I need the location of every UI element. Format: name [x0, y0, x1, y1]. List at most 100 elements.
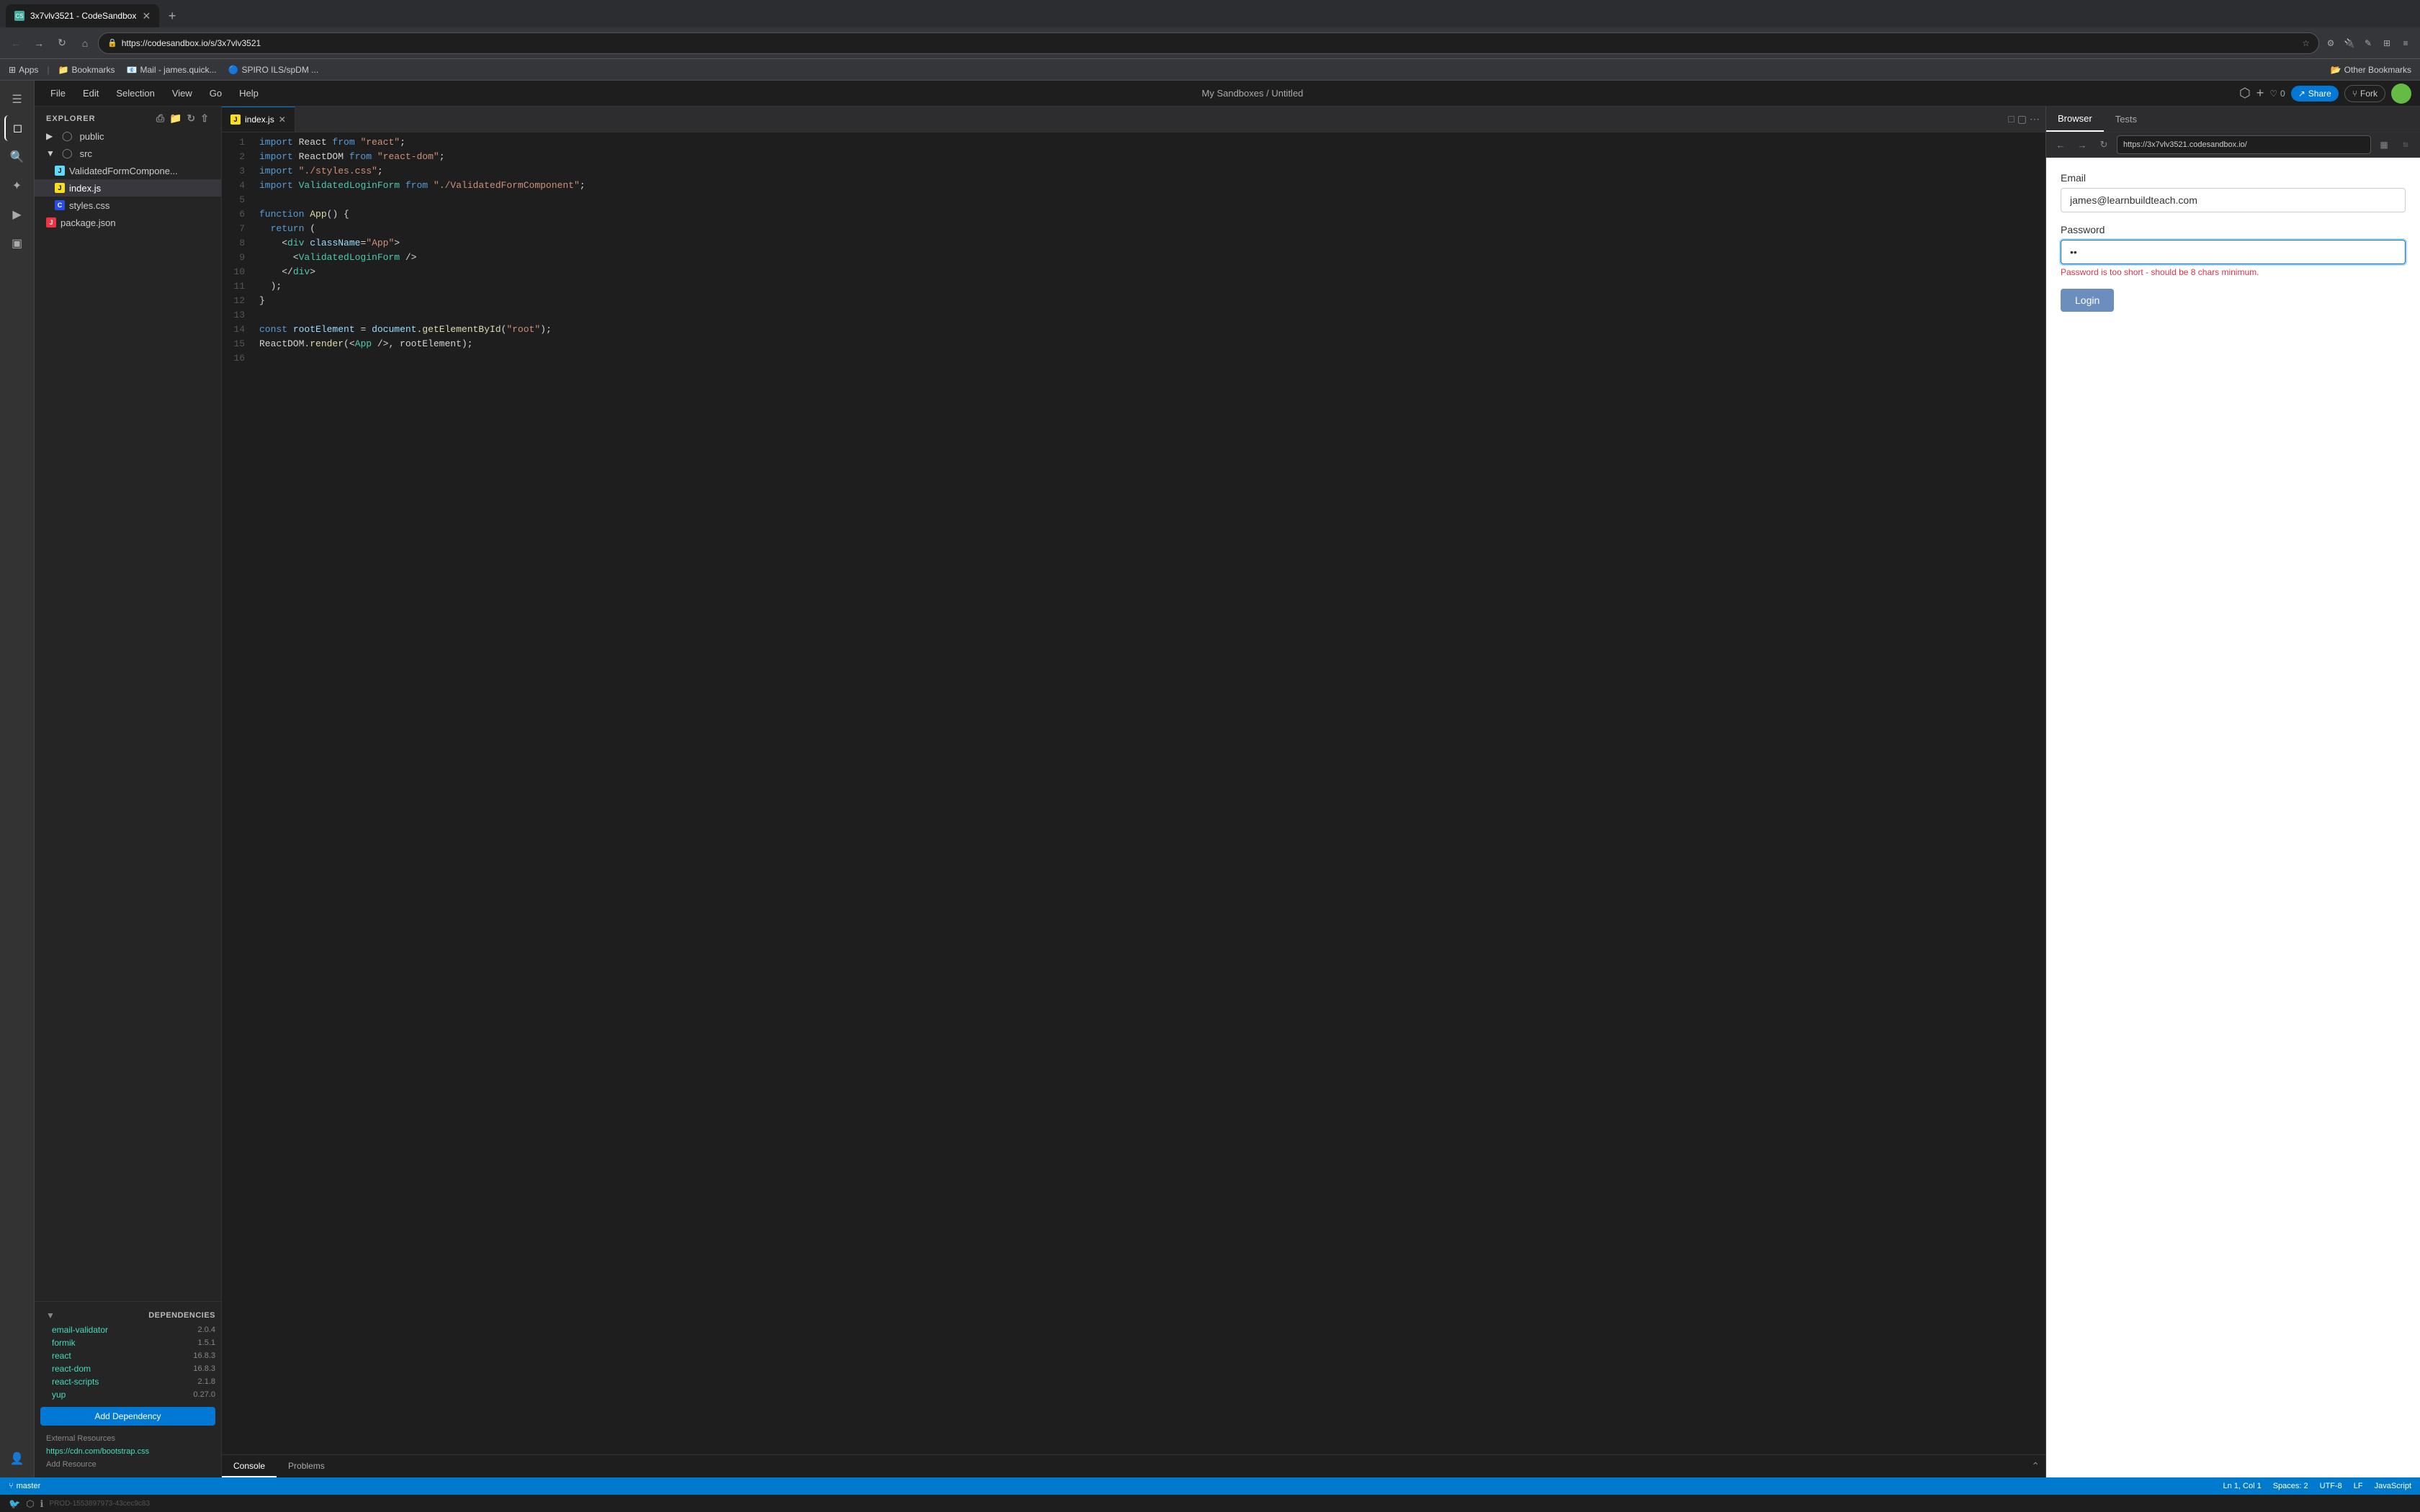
menu-selection[interactable]: Selection — [109, 85, 161, 102]
github-icon[interactable]: ⬡ — [26, 1498, 34, 1510]
preview-url-bar[interactable]: https://3x7vlv3521.codesandbox.io/ — [2117, 135, 2371, 154]
dep-name-3[interactable]: react-dom — [52, 1364, 91, 1374]
login-button[interactable]: Login — [2061, 289, 2114, 312]
status-line-ending[interactable]: LF — [2354, 1482, 2363, 1490]
code-line-13 — [251, 308, 2045, 323]
bm-bookmarks[interactable]: 📁 Bookmarks — [55, 63, 118, 76]
nav-icon-1[interactable]: ⚙ — [2322, 35, 2339, 52]
status-ln-col[interactable]: Ln 1, Col 1 — [2223, 1482, 2262, 1490]
activity-user[interactable]: 👤 — [4, 1446, 30, 1472]
problems-tab[interactable]: Problems — [277, 1455, 336, 1477]
dep-name-5[interactable]: yup — [52, 1390, 66, 1400]
editor-container: J index.js ✕ □ ▢ ⋯ 12345 678910 11121314… — [222, 107, 2045, 1477]
folder-open-icon: ▼ — [46, 148, 58, 158]
tree-index-js[interactable]: J index.js — [35, 179, 221, 197]
new-folder-icon[interactable]: 📁 — [169, 112, 182, 125]
active-tab[interactable]: CS 3x7vlv3521 - CodeSandbox ✕ — [6, 4, 159, 27]
bm-apps[interactable]: ⊞ Apps — [6, 63, 41, 76]
fork-button[interactable]: ⑂ Fork — [2344, 85, 2385, 102]
bm-spiro[interactable]: 🔵 SPIRO ILS/spDM ... — [225, 63, 322, 76]
avatar[interactable] — [2391, 84, 2411, 104]
dependencies-header[interactable]: ▼ Dependencies — [35, 1308, 221, 1323]
tree-validated-form[interactable]: J ValidatedFormCompone... — [35, 162, 221, 179]
nav-icon-3[interactable]: ✎ — [2360, 35, 2377, 52]
split-editor-icon[interactable]: □ — [2008, 113, 2014, 125]
activity-search[interactable]: 🔍 — [4, 144, 30, 170]
activity-extensions[interactable]: ▣ — [4, 230, 30, 256]
code-line-9: <ValidatedLoginForm /> — [251, 251, 2045, 265]
dep-version-0: 2.0.4 — [198, 1326, 215, 1334]
bm-mail[interactable]: 📧 Mail - james.quick... — [124, 63, 220, 76]
sidebar-actions: ⎙ 📁 ↻ ⇧ — [156, 112, 210, 125]
add-icon[interactable]: + — [2257, 86, 2264, 101]
preview-forward-button[interactable]: → — [2074, 136, 2091, 153]
activity-menu[interactable]: ☰ — [4, 86, 30, 112]
twitter-icon[interactable]: 🐦 — [9, 1498, 20, 1510]
status-encoding[interactable]: UTF-8 — [2320, 1482, 2342, 1490]
status-language[interactable]: JavaScript — [2375, 1482, 2411, 1490]
code-editor[interactable]: import React from "react"; import ReactD… — [251, 132, 2045, 1454]
menu-view[interactable]: View — [165, 85, 200, 102]
info-icon[interactable]: ℹ — [40, 1498, 44, 1510]
menu-go[interactable]: Go — [202, 85, 229, 102]
new-file-icon[interactable]: ⎙ — [156, 112, 165, 125]
dep-name-1[interactable]: formik — [52, 1338, 76, 1348]
tab-close-button[interactable]: ✕ — [279, 114, 286, 125]
code-line-8: <div className="App"> — [251, 236, 2045, 251]
tree-styles-css[interactable]: C styles.css — [35, 197, 221, 214]
tree-package-json[interactable]: J package.json — [35, 214, 221, 231]
forward-button[interactable]: → — [29, 33, 49, 53]
editor-tab-index-js[interactable]: J index.js ✕ — [222, 107, 295, 132]
explorer-title: EXPLORER — [46, 114, 96, 123]
bookmark-star-icon[interactable]: ☆ — [2302, 38, 2310, 48]
menu-help[interactable]: Help — [232, 85, 266, 102]
menu-file[interactable]: File — [43, 85, 73, 102]
home-button[interactable]: ⌂ — [75, 33, 95, 53]
refresh-icon[interactable]: ↻ — [187, 112, 197, 125]
console-close-icon[interactable]: ⌃ — [2031, 1460, 2045, 1472]
collapse-icon[interactable]: ⇧ — [200, 112, 210, 125]
code-line-5 — [251, 193, 2045, 207]
address-bar[interactable]: 🔒 https://codesandbox.io/s/3x7vlv3521 ☆ — [98, 32, 2319, 54]
activity-explorer[interactable]: ◻ — [4, 115, 30, 141]
share-button[interactable]: ↗ Share — [2291, 86, 2339, 102]
activity-git[interactable]: ✦ — [4, 173, 30, 199]
preview-refresh-button[interactable]: ↻ — [2095, 136, 2112, 153]
add-resource-button[interactable]: Add Resource — [35, 1457, 221, 1472]
console-tab[interactable]: Console — [222, 1455, 277, 1477]
tree-src[interactable]: ▼ ◯ src — [35, 145, 221, 162]
browser-tab[interactable]: Browser — [2046, 107, 2104, 132]
preview-copy-icon[interactable]: ▦ — [2375, 136, 2393, 153]
nav-icon-5[interactable]: ≡ — [2397, 35, 2414, 52]
editor-tab-actions: □ ▢ ⋯ — [2008, 113, 2045, 125]
email-input[interactable] — [2061, 188, 2406, 212]
tests-tab[interactable]: Tests — [2104, 107, 2148, 132]
tab-close-icon[interactable]: ✕ — [142, 10, 151, 22]
dep-name-0[interactable]: email-validator — [52, 1325, 108, 1335]
code-line-7: return ( — [251, 222, 2045, 236]
bm-other[interactable]: 📂 Other Bookmarks — [2328, 63, 2414, 76]
more-actions-icon[interactable]: ⋯ — [2030, 113, 2040, 125]
activity-debug[interactable]: ▶ — [4, 202, 30, 228]
tree-public[interactable]: ▶ ◯ public — [35, 127, 221, 145]
file-tree: ▶ ◯ public ▼ ◯ src J ValidatedFormCompon… — [35, 127, 221, 1301]
status-spaces[interactable]: Spaces: 2 — [2273, 1482, 2308, 1490]
preview-back-button[interactable]: ← — [2052, 136, 2069, 153]
dep-name-4[interactable]: react-scripts — [52, 1377, 99, 1387]
spiro-label: SPIRO ILS/spDM ... — [241, 65, 318, 75]
console-bar: Console Problems ⌃ — [222, 1454, 2045, 1477]
back-button[interactable]: ← — [6, 33, 26, 53]
dep-version-3: 16.8.3 — [193, 1364, 215, 1373]
reload-button[interactable]: ↻ — [52, 33, 72, 53]
toggle-panel-icon[interactable]: ▢ — [2017, 113, 2027, 125]
add-dependency-button[interactable]: Add Dependency — [40, 1407, 215, 1426]
preview-expand-icon[interactable]: ◾ — [2397, 136, 2414, 153]
password-input[interactable] — [2061, 240, 2406, 264]
dep-name-2[interactable]: react — [52, 1351, 71, 1361]
nav-icon-2[interactable]: 🔌 — [2341, 35, 2358, 52]
new-tab-button[interactable]: + — [162, 6, 182, 26]
nav-icon-4[interactable]: ⊞ — [2378, 35, 2396, 52]
bookmarks-bar: ⊞ Apps | 📁 Bookmarks 📧 Mail - james.quic… — [0, 59, 2420, 81]
menu-edit[interactable]: Edit — [76, 85, 106, 102]
spiro-icon: 🔵 — [228, 65, 239, 75]
